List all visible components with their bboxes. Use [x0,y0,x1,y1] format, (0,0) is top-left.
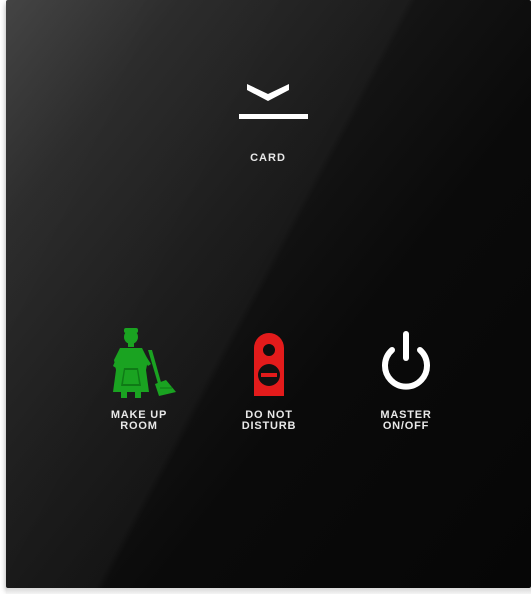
power-icon [351,326,461,406]
door-hanger-icon [214,326,324,406]
master-on-off-label: MASTER ON/OFF [351,410,461,432]
switch-panel: CARD MAKE UP ROOM DO NOT DISTURB MASTER … [6,0,531,588]
housekeeping-maid-icon [84,326,194,406]
card-slot-icon [239,84,308,119]
card-slot[interactable] [228,78,308,126]
master-on-off-button[interactable]: MASTER ON/OFF [351,326,461,446]
card-label: CARD [250,152,286,164]
make-up-room-label: MAKE UP ROOM [84,410,194,432]
do-not-disturb-button[interactable]: DO NOT DISTURB [214,326,324,446]
do-not-disturb-label: DO NOT DISTURB [214,410,324,432]
label-line-2: ROOM [120,420,158,432]
label-line-2: DISTURB [241,420,297,432]
panel-bottom-edge [6,588,531,594]
label-line-2: ON/OFF [382,420,430,432]
make-up-room-button[interactable]: MAKE UP ROOM [84,326,194,446]
